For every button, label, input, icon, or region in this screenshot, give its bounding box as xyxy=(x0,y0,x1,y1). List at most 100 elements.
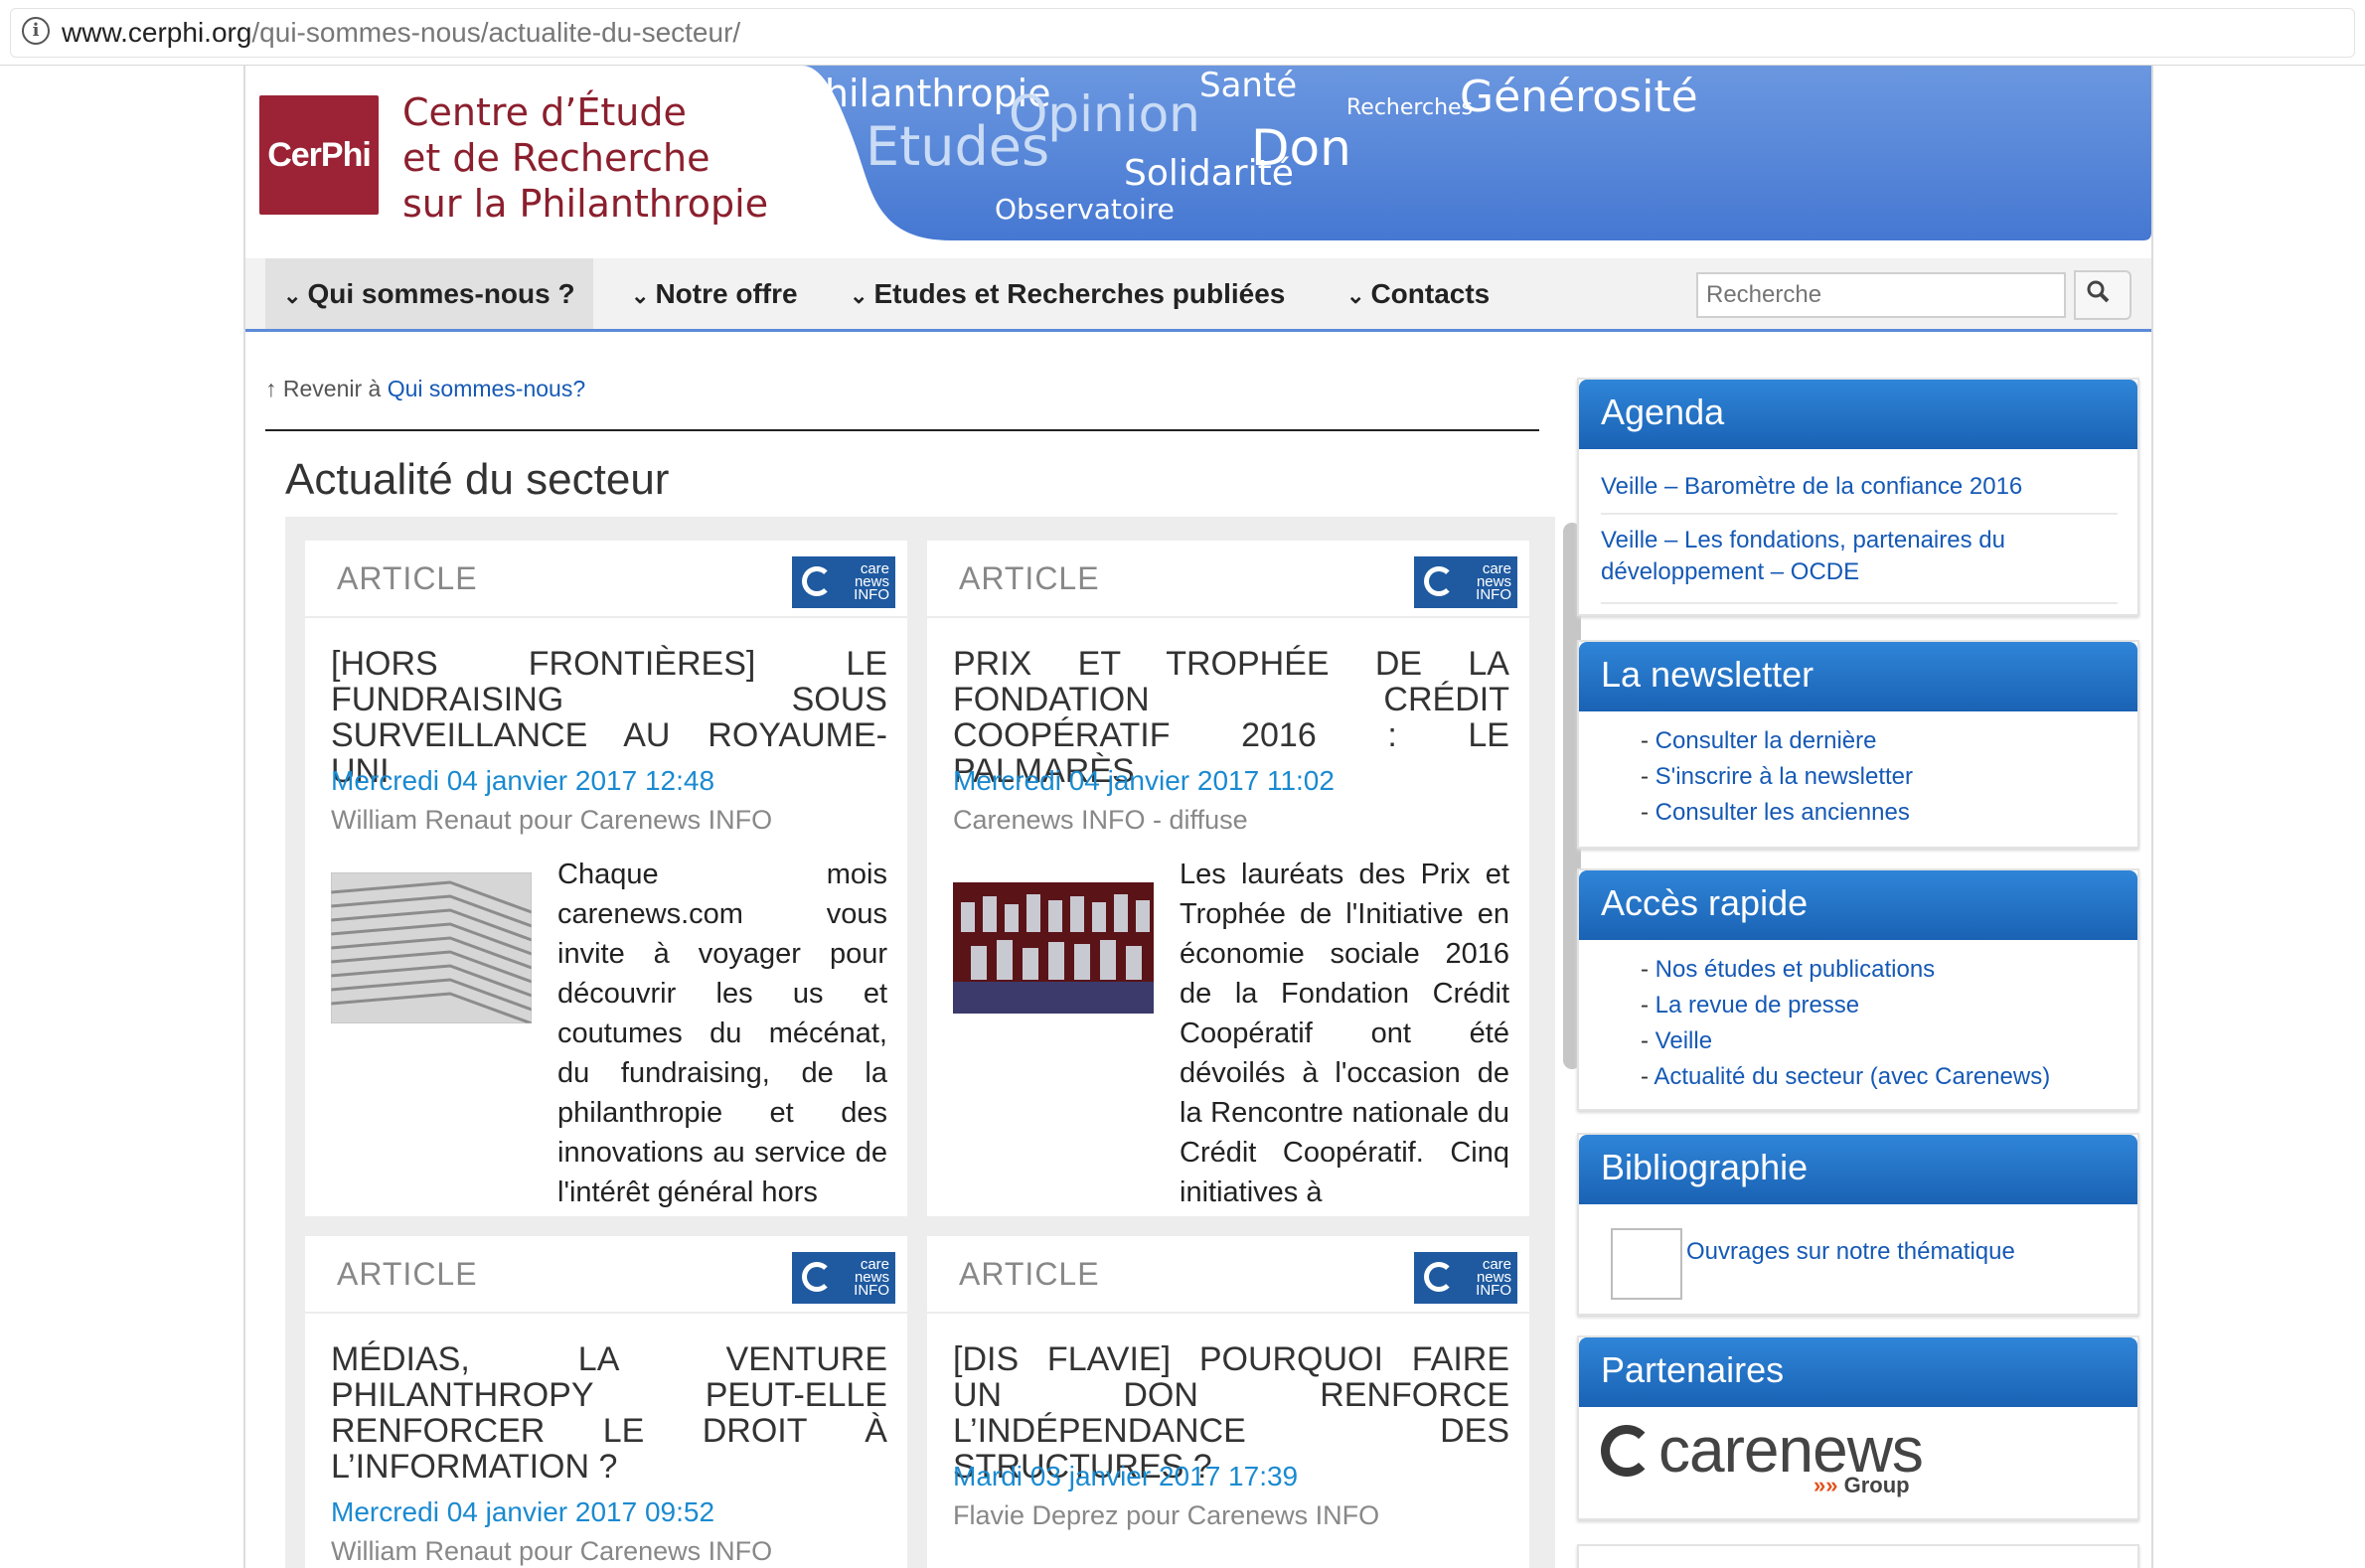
article-author: Flavie Deprez pour Carenews INFO xyxy=(953,1500,1380,1530)
header-banner: Philanthropie Etudes Opinion Observatoir… xyxy=(802,66,2151,244)
link-label: Consulter les anciennes xyxy=(1655,799,1910,826)
article-date: Mercredi 04 janvier 2017 11:02 xyxy=(953,765,1335,796)
link-label: Actualité du secteur (avec Carenews) xyxy=(1654,1063,2051,1090)
article-title[interactable]: MÉDIAS, LA VENTURE PHILANTHROPY PEUT-ELL… xyxy=(331,1341,887,1485)
breadcrumb-link[interactable]: Qui sommes-nous? xyxy=(388,376,585,401)
main-nav: ⌄ Qui sommes-nous ? ⌄ Notre offre ⌄ Etudes … xyxy=(245,258,2151,332)
agenda-link[interactable]: Veille – Baromètre de la confiance 2016 xyxy=(1601,471,2118,503)
partners-widget: Partenaires carenews »» Group xyxy=(1577,1335,2139,1520)
carenews-info-badge: care news INFO xyxy=(792,1252,895,1304)
article-thumbnail-paper-stack[interactable] xyxy=(331,872,532,1023)
link-label: Nos études et publications xyxy=(1655,956,1936,983)
article-type: ARTICLE xyxy=(959,560,1100,596)
article-card[interactable]: ARTICLE care news INFO [HORS FRONTIÈRES] L… xyxy=(305,541,907,1216)
agenda-widget: Agenda Veille – Baromètre de la confianc… xyxy=(1577,378,2139,616)
card-divider xyxy=(927,616,1529,618)
banner-word: Observatoire xyxy=(995,193,1175,226)
article-date: Mercredi 04 janvier 2017 12:48 xyxy=(331,765,715,796)
site-name-line: et de Recherche xyxy=(402,136,710,180)
article-author: Carenews INFO - diffuse xyxy=(953,805,1248,835)
widget-title: Bibliographie xyxy=(1579,1135,2137,1204)
search-icon xyxy=(2087,280,2110,303)
article-card[interactable]: ARTICLE care news INFO PRIX ET TROPHÉE DE … xyxy=(927,541,1529,1216)
agenda-link[interactable]: Veille – Les fondations, partenaires du … xyxy=(1601,525,2118,588)
breadcrumb: ↑ Revenir à Qui sommes-nous? xyxy=(265,376,585,402)
newsletter-link[interactable]: - Consulter la dernière xyxy=(1641,727,1876,755)
quick-access-widget: Accès rapide - Nos études et publication… xyxy=(1577,868,2139,1111)
url-text[interactable]: www.cerphi.org/qui-sommes-nous/actualite… xyxy=(62,17,740,49)
carenews-logo-icon xyxy=(1601,1425,1653,1477)
quick-access-link[interactable]: - Veille xyxy=(1641,1027,1712,1055)
article-card[interactable]: ARTICLE care news INFO [DIS FLAVIE] POURQU… xyxy=(927,1236,1529,1568)
link-label: S'inscrire à la newsletter xyxy=(1655,763,1914,790)
nav-label: Etudes et Recherches publiées xyxy=(873,278,1286,309)
article-type: ARTICLE xyxy=(337,560,478,596)
site-name-line: Centre d’Étude xyxy=(402,90,687,134)
carenews-logo-icon xyxy=(1424,566,1454,596)
nav-contacts[interactable]: ⌄ Contacts xyxy=(1329,258,1507,329)
arrow-up-icon: ↑ xyxy=(265,376,277,401)
quick-access-link[interactable]: - La revue de presse xyxy=(1641,992,1859,1019)
widget-title: Partenaires xyxy=(1579,1337,2137,1407)
carenews-logo-icon xyxy=(802,566,832,596)
badge-line: INFO xyxy=(1476,1282,1511,1299)
card-divider xyxy=(927,1312,1529,1314)
banner-word: Générosité xyxy=(1460,72,1698,122)
newsletter-link[interactable]: - S'inscrire à la newsletter xyxy=(1641,763,1913,791)
bibliography-link[interactable]: Ouvrages sur notre thématique xyxy=(1686,1238,2015,1266)
widget-title: Agenda xyxy=(1579,380,2137,449)
badge-line: INFO xyxy=(1476,586,1511,603)
carenews-info-badge: care news INFO xyxy=(1414,556,1517,608)
widget-title: La newsletter xyxy=(1579,642,2137,711)
article-author: William Renaut pour Carenews INFO xyxy=(331,805,773,835)
page-title: Actualité du secteur xyxy=(285,455,670,504)
article-card[interactable]: ARTICLE care news INFO MÉDIAS, LA VENTURE … xyxy=(305,1236,907,1568)
article-date: Mercredi 04 janvier 2017 09:52 xyxy=(331,1496,715,1527)
nav-etudes-recherches[interactable]: ⌄ Etudes et Recherches publiées xyxy=(832,258,1303,329)
nav-label: Qui sommes-nous ? xyxy=(307,278,575,309)
nav-label: Contacts xyxy=(1370,278,1491,309)
chevron-down-icon: ⌄ xyxy=(283,283,302,308)
quick-access-link[interactable]: - Actualité du secteur (avec Carenews) xyxy=(1641,1063,2050,1091)
nav-qui-sommes-nous[interactable]: ⌄ Qui sommes-nous ? xyxy=(265,258,593,329)
article-excerpt: Chaque mois carenews.com vous invite à v… xyxy=(557,859,887,1208)
cerphi-logo[interactable]: CerPhi xyxy=(259,95,379,215)
nav-label: Notre offre xyxy=(655,278,798,309)
url-host: www.cerphi.org xyxy=(62,17,252,48)
search-input[interactable] xyxy=(1696,272,2066,318)
breadcrumb-prefix: Revenir à xyxy=(282,376,382,401)
chevron-down-icon: ⌄ xyxy=(1346,283,1365,308)
carenews-info-badge: care news INFO xyxy=(792,556,895,608)
article-type: ARTICLE xyxy=(959,1256,1100,1292)
quick-access-link[interactable]: - Nos études et publications xyxy=(1641,956,1935,984)
articles-grid: ARTICLE care news INFO [HORS FRONTIÈRES] L… xyxy=(285,517,1555,1568)
bibliography-widget: Bibliographie Ouvrages sur notre thémati… xyxy=(1577,1133,2139,1316)
banner-word: Opinion xyxy=(1009,85,1200,143)
badge-line: INFO xyxy=(854,1282,889,1299)
divider xyxy=(1601,513,2118,515)
carenews-info-badge: care news INFO xyxy=(1414,1252,1517,1304)
nav-notre-offre[interactable]: ⌄ Notre offre xyxy=(613,258,816,329)
site-name[interactable]: Centre d’Étude et de Recherche sur la Ph… xyxy=(402,89,768,227)
chevron-down-icon: ⌄ xyxy=(631,283,650,308)
group-text: Group xyxy=(1843,1473,1910,1497)
divider xyxy=(265,429,1539,431)
url-path: /qui-sommes-nous/actualite-du-secteur/ xyxy=(251,17,741,48)
article-author: William Renaut pour Carenews INFO xyxy=(331,1536,773,1566)
article-thumbnail-trophies[interactable] xyxy=(953,872,1154,1023)
partial-widget xyxy=(1577,1544,2139,1568)
carenews-logo-icon xyxy=(1424,1262,1454,1292)
newsletter-widget: La newsletter - Consulter la dernière - … xyxy=(1577,640,2139,849)
link-label: Veille xyxy=(1655,1027,1713,1054)
arrows-icon: »» xyxy=(1813,1473,1838,1497)
link-label: Consulter la dernière xyxy=(1655,727,1877,754)
site-name-line: sur la Philanthropie xyxy=(402,182,769,226)
page: CerPhi Centre d’Étude et de Recherche su… xyxy=(243,66,2153,1568)
newsletter-link[interactable]: - Consulter les anciennes xyxy=(1641,799,1910,827)
divider xyxy=(1601,602,2118,604)
banner-word: Santé xyxy=(1199,66,1298,105)
broken-image-icon xyxy=(1611,1228,1682,1300)
search-button[interactable] xyxy=(2074,270,2131,320)
site-info-icon[interactable]: i xyxy=(22,17,50,45)
card-divider xyxy=(305,1312,907,1314)
